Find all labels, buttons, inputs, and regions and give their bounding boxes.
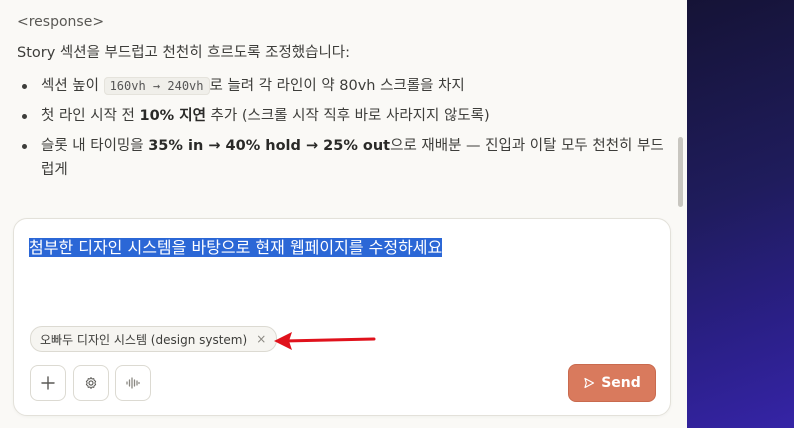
bullet-text: 로 늘려 각 라인이 약 80vh 스크롤을 차지	[209, 78, 465, 94]
bullet-text: 추가 (스크롤 시작 직후 바로 사라지지 않도록)	[205, 108, 490, 124]
scrollbar-thumb[interactable]	[678, 137, 683, 207]
bullet-dot	[22, 114, 27, 119]
side-panel	[687, 0, 794, 428]
add-attachment-button[interactable]	[30, 365, 66, 401]
send-icon	[584, 377, 595, 389]
attachment-chip[interactable]: 오빠두 디자인 시스템 (design system) ×	[30, 326, 278, 352]
plus-icon	[41, 376, 55, 390]
send-button[interactable]: Send	[568, 364, 656, 402]
annotation-arrow	[274, 332, 376, 350]
bullet-dot	[22, 144, 27, 149]
send-label: Send	[601, 375, 641, 391]
bullet-bold: 35% in → 40% hold → 25% out	[148, 138, 391, 154]
bullet-item: 첫 라인 시작 전 10% 지연 추가 (스크롤 시작 직후 바로 사라지지 않…	[17, 104, 667, 128]
chat-pane: <response> Story 섹션을 부드럽고 천천히 흐르도록 조정했습니…	[0, 0, 687, 428]
message-intro: Story 섹션을 부드럽고 천천히 흐르도록 조정했습니다:	[17, 45, 351, 61]
bullet-text: 첫 라인 시작 전	[41, 108, 140, 124]
assistant-message: <response> Story 섹션을 부드럽고 천천히 흐르도록 조정했습니…	[17, 10, 667, 188]
bullet-dot	[22, 84, 27, 89]
bullet-text: 슬롯 내 타이밍을	[41, 138, 149, 154]
audio-waveform-icon	[126, 377, 140, 389]
attachment-chip-label: 오빠두 디자인 시스템 (design system)	[40, 332, 248, 347]
response-tag: <response>	[17, 14, 105, 30]
bullet-bold: 10% 지연	[139, 108, 206, 124]
inline-code: 160vh → 240vh	[103, 77, 210, 95]
composer: 첨부한 디자인 시스템을 바탕으로 현재 웹페이지를 수정하세요 오빠두 디자인…	[13, 218, 671, 416]
selected-text: 첨부한 디자인 시스템을 바탕으로 현재 웹페이지를 수정하세요	[29, 238, 443, 257]
voice-input-button[interactable]	[115, 365, 151, 401]
bullet-text: 섹션 높이	[41, 78, 104, 94]
prompt-input[interactable]: 첨부한 디자인 시스템을 바탕으로 현재 웹페이지를 수정하세요	[29, 236, 649, 260]
settings-icon	[85, 377, 97, 389]
settings-button[interactable]	[73, 365, 109, 401]
bullet-list: 섹션 높이 160vh → 240vh 로 늘려 각 라인이 약 80vh 스크롤…	[17, 74, 667, 182]
bullet-item: 슬롯 내 타이밍을 35% in → 40% hold → 25% out으로 …	[17, 134, 667, 182]
bullet-item: 섹션 높이 160vh → 240vh 로 늘려 각 라인이 약 80vh 스크롤…	[17, 74, 667, 98]
close-icon[interactable]: ×	[256, 332, 266, 346]
